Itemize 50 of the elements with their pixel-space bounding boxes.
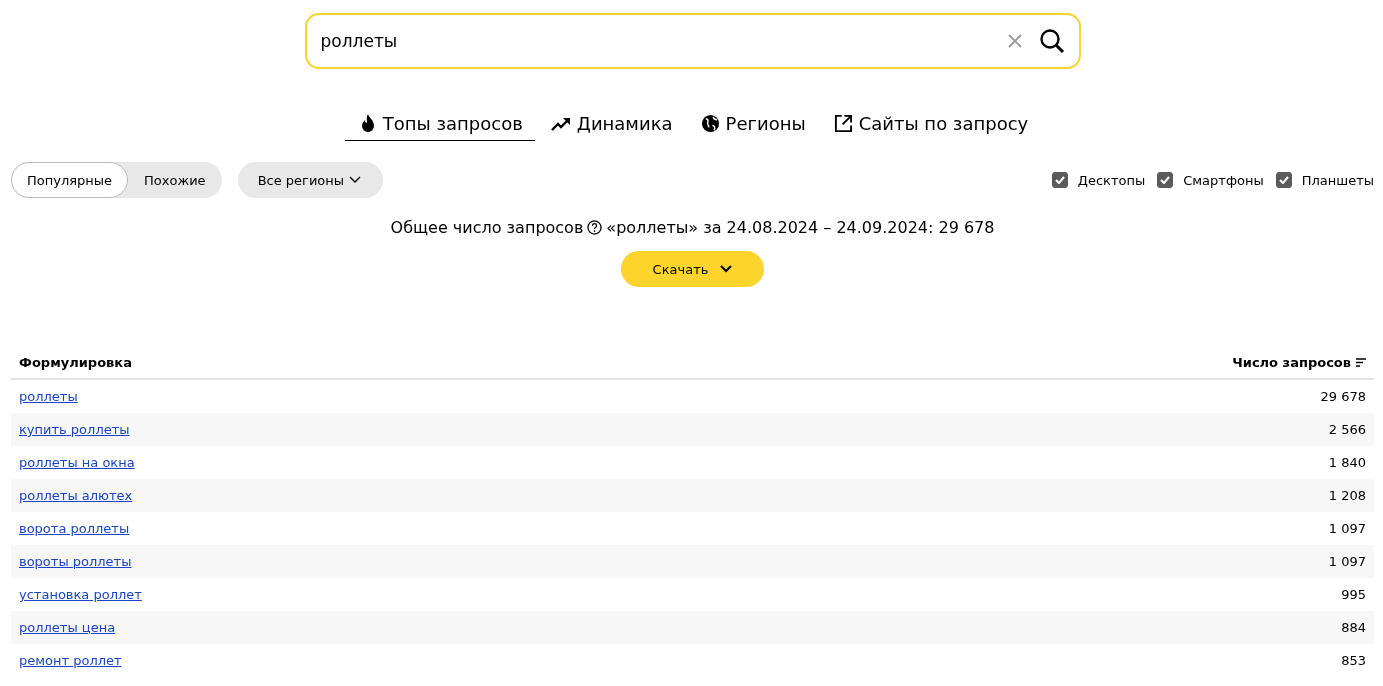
column-header: Формулировка: [19, 355, 132, 370]
table-cell: 853: [1341, 653, 1366, 668]
query-link[interactable]: установка роллет: [19, 587, 142, 602]
tab[interactable]: Топы запросов: [344, 111, 535, 141]
segment-button[interactable]: Похожие: [128, 162, 222, 198]
help-icon[interactable]: [587, 220, 603, 235]
query-link[interactable]: роллеты цена: [19, 620, 116, 635]
download-button[interactable]: Скачать: [621, 251, 764, 287]
query-link[interactable]: вороты роллеты: [19, 554, 132, 569]
checkbox[interactable]: [1157, 172, 1174, 188]
table-cell: 1 840: [1328, 455, 1366, 470]
checkmark-icon: [1054, 176, 1065, 184]
query-link[interactable]: роллеты: [19, 389, 78, 404]
trend-arrow-icon: [550, 115, 571, 132]
table-cell: 29 678: [1320, 389, 1366, 404]
checkmark-icon: [1278, 176, 1289, 184]
tab[interactable]: Регионы: [686, 111, 818, 141]
checkbox-label: Планшеты: [1301, 172, 1374, 188]
table-cell: 1 097: [1328, 554, 1366, 569]
search-icon[interactable]: [1038, 28, 1065, 54]
globe-icon: [700, 114, 720, 133]
clear-icon: [1006, 33, 1023, 49]
tab[interactable]: Динамика: [536, 111, 685, 141]
query-link[interactable]: ворота роллеты: [19, 521, 130, 536]
search-field[interactable]: роллеты: [318, 30, 991, 52]
table-cell: 995: [1341, 587, 1366, 602]
table-cell: 884: [1341, 620, 1366, 635]
table-cell: 1 208: [1328, 488, 1366, 503]
summary-text: «роллеты» за 24.08.2024 – 24.09.2024: 29 678: [606, 218, 995, 237]
query-link[interactable]: ремонт роллет: [19, 653, 122, 668]
search-bar[interactable]: роллеты: [304, 13, 1081, 69]
checkbox[interactable]: [1051, 172, 1068, 188]
tab[interactable]: Сайты по запросу: [819, 111, 1041, 141]
query-link[interactable]: купить роллеты: [19, 422, 130, 437]
table-cell: 1 097: [1328, 521, 1366, 536]
external-link-icon: [833, 114, 853, 133]
query-link[interactable]: роллеты алютех: [19, 488, 133, 503]
chevron-down-icon: [720, 265, 733, 273]
checkmark-icon: [1160, 176, 1171, 184]
region-dropdown[interactable]: Все регионы: [237, 162, 384, 198]
chevron-down-icon: [349, 176, 362, 184]
table-cell: 2 566: [1328, 422, 1366, 437]
sort-icon: [1356, 358, 1366, 367]
checkbox[interactable]: [1275, 172, 1292, 188]
query-link[interactable]: роллеты на окна: [19, 455, 135, 470]
checkbox-label: Смартфоны: [1183, 172, 1264, 188]
checkbox-label: Десктопы: [1077, 172, 1146, 188]
summary-label: Общее число запросов: [390, 218, 584, 237]
segment-button[interactable]: Популярные: [11, 162, 129, 198]
column-header[interactable]: Число запросов: [1232, 355, 1366, 370]
